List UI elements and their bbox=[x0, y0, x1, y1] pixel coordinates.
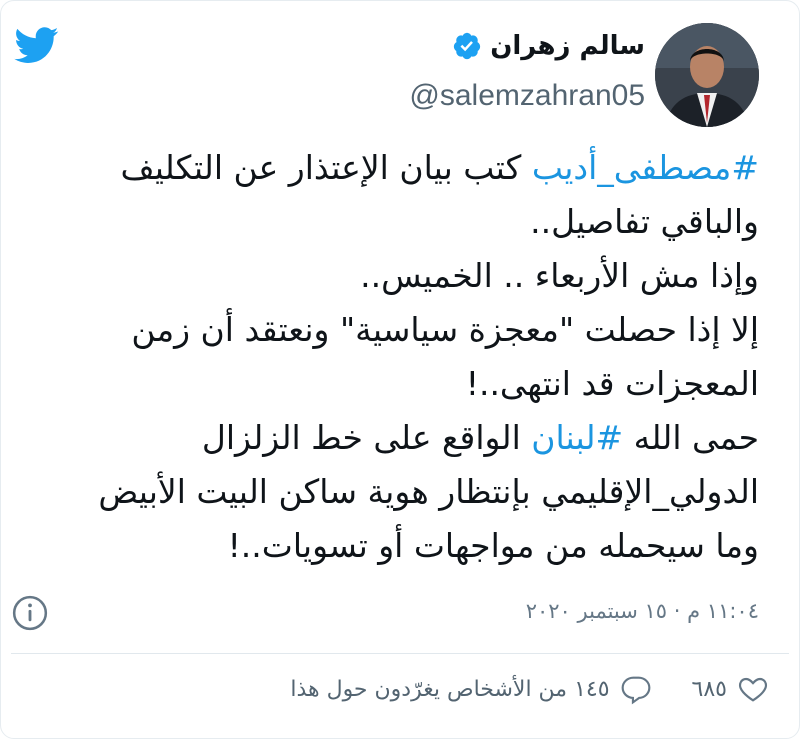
tweet-card: سالم زهران @salemzahran05 #مصطفى_أديب كت… bbox=[0, 0, 800, 739]
info-icon[interactable] bbox=[11, 594, 49, 632]
tweet-line: حمى الله #لبنان الواقع على خط الزلزال bbox=[39, 411, 759, 465]
tweet-line: إلا إذا حصلت "معجزة سياسية" ونعتقد أن زم… bbox=[131, 310, 759, 349]
reply-conversation-button[interactable]: ١٤٥ من الأشخاص يغرّدون حول هذا bbox=[290, 673, 651, 705]
tweet-text: #مصطفى_أديب كتب بيان الإعتذار عن التكليف… bbox=[39, 141, 759, 573]
hashtag-link[interactable]: #لبنان bbox=[531, 418, 623, 457]
tweet-line-text: الواقع على خط الزلزال bbox=[201, 418, 532, 457]
heart-icon bbox=[739, 677, 767, 702]
tweet-line: وإذا مش الأربعاء .. الخميس.. bbox=[360, 256, 759, 295]
tweet-line: وما سيحمله من مواجهات أو تسويات..! bbox=[227, 526, 759, 565]
author-handle[interactable]: @salemzahran05 bbox=[409, 79, 645, 113]
tweet-line: والباقي تفاصيل.. bbox=[530, 202, 759, 241]
tweet-line: الدولي_الإقليمي بإنتظار هوية ساكن البيت … bbox=[98, 472, 759, 511]
tweet-line-text: حمى الله bbox=[623, 418, 759, 457]
twitter-bird-icon[interactable] bbox=[11, 23, 63, 67]
author-name[interactable]: سالم زهران bbox=[490, 31, 645, 61]
reply-icon bbox=[621, 676, 650, 705]
tweet-timestamp[interactable]: ١١:٠٤ م · ١٥ سبتمبر ٢٠٢٠ bbox=[526, 599, 759, 623]
hashtag-link[interactable]: #مصطفى_أديب bbox=[532, 148, 759, 187]
tweet-line-text: كتب بيان الإعتذار عن التكليف bbox=[120, 148, 532, 187]
like-button[interactable]: ٦٨٥ bbox=[692, 673, 769, 705]
avatar[interactable] bbox=[655, 23, 759, 127]
tweet-actions: ٦٨٥ ١٤٥ من الأشخاص يغرّدون حول هذا bbox=[290, 673, 769, 705]
divider bbox=[11, 653, 789, 654]
tweet-line: المعجزات قد انتهى..! bbox=[465, 364, 759, 403]
verified-badge-icon bbox=[454, 32, 481, 60]
author-name-row: سالم زهران bbox=[452, 31, 645, 61]
like-count: ٦٨٥ bbox=[691, 676, 727, 702]
tweet-line: #مصطفى_أديب كتب بيان الإعتذار عن التكليف bbox=[39, 141, 759, 195]
talking-about-text: ١٤٥ من الأشخاص يغرّدون حول هذا bbox=[290, 676, 610, 702]
avatar-image bbox=[655, 23, 759, 127]
